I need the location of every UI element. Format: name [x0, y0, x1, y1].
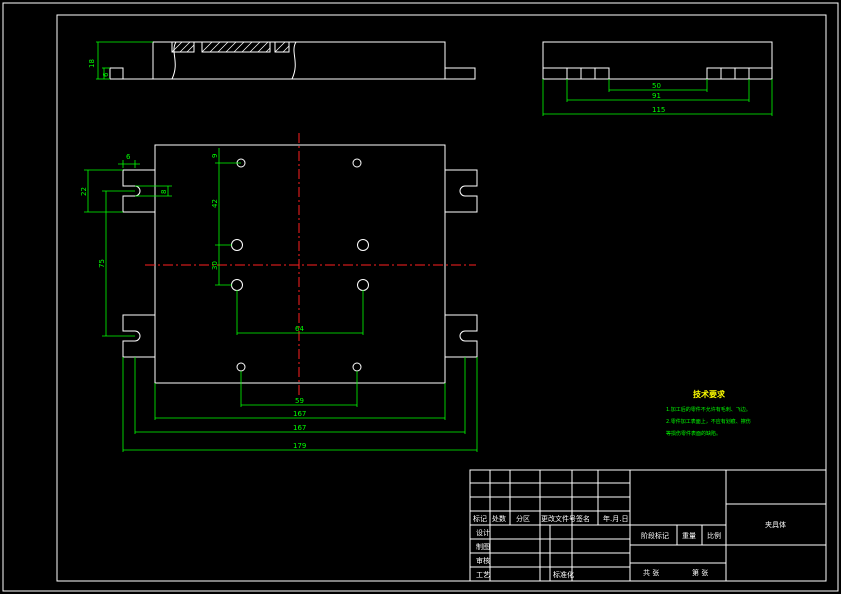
tb-scale-label: 比例 — [707, 531, 721, 540]
plan-dim-75: 75 — [98, 259, 106, 268]
tb-drawing-title: 夹具体 — [765, 520, 786, 529]
tb-date-label: 年.月.日 — [603, 514, 628, 523]
tech-notes-line-3: 等损伤零件表面的缺陷。 — [666, 430, 721, 437]
side-view — [96, 41, 476, 80]
tb-draw-label: 制图 — [476, 542, 490, 551]
tb-zone-label: 分区 — [516, 514, 530, 523]
plan-dim-179: 179 — [293, 442, 306, 450]
tb-design-label: 设计 — [476, 528, 490, 537]
tech-notes-heading: 技术要求 — [693, 389, 726, 399]
plan-dim-30: 30 — [211, 261, 219, 270]
plan-dim-59: 59 — [295, 397, 304, 405]
cad-drawing: 18 6 50 91 115 6 22 8 75 9 42 30 64 59 1… — [2, 2, 839, 592]
tb-process-label: 工艺 — [476, 571, 490, 579]
tb-standardize-label: 标准化 — [553, 570, 574, 579]
tb-sheets-total: 共 张 — [643, 568, 659, 577]
plan-dim-6: 6 — [126, 153, 131, 161]
right-view — [542, 41, 773, 116]
tb-mark-label: 标记 — [473, 514, 487, 523]
tb-stage-label: 阶段标记 — [641, 531, 669, 540]
tb-count-label: 处数 — [492, 514, 506, 523]
tech-notes-line-2: 2.零件加工表面上，不应有划痕、擦伤 — [666, 418, 751, 425]
plan-dim-8: 8 — [160, 190, 168, 194]
plan-dim-42: 42 — [211, 199, 219, 208]
plan-dim-167a: 167 — [293, 410, 306, 418]
tb-sheet-no: 第 张 — [692, 568, 708, 577]
tb-weight-label: 重量 — [682, 532, 696, 540]
tb-sign-label: 签名 — [576, 514, 590, 523]
tech-notes-line-1: 1.加工后的零件不允许有毛刺、飞边。 — [666, 406, 751, 413]
right-dim-91: 91 — [652, 92, 661, 100]
plan-dim-22: 22 — [80, 187, 88, 196]
plan-dim-9: 9 — [211, 154, 219, 158]
side-dim-6: 6 — [102, 72, 110, 77]
side-dim-18: 18 — [88, 59, 96, 68]
outer-border — [2, 2, 839, 592]
right-dim-50: 50 — [652, 82, 661, 90]
plan-dim-64: 64 — [295, 325, 304, 333]
plan-dim-167b: 167 — [293, 424, 306, 432]
plan-view — [84, 133, 478, 452]
tb-review-label: 审核 — [476, 556, 490, 565]
right-dim-115: 115 — [652, 106, 665, 114]
tb-change-label: 更改文件号 — [541, 514, 576, 523]
